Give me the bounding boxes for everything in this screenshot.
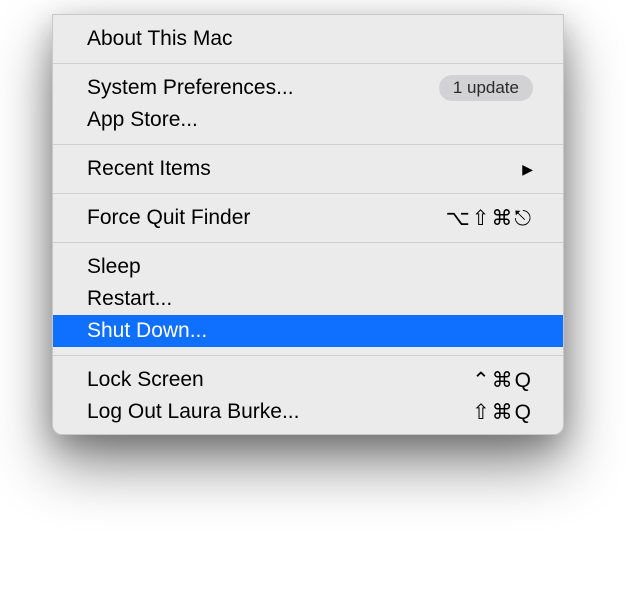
menu-separator [53,242,563,243]
menu-item-label: Shut Down... [87,319,207,343]
menu-item-force-quit[interactable]: Force Quit Finder ⌥⇧⌘⎋ [53,202,563,234]
menu-item-label: System Preferences... [87,76,294,100]
menu-item-label: Log Out Laura Burke... [87,400,299,424]
menu-separator [53,63,563,64]
menu-item-log-out[interactable]: Log Out Laura Burke... ⇧⌘Q [53,396,563,428]
keyboard-shortcut: ⇧⌘Q [472,400,533,425]
menu-item-app-store[interactable]: App Store... [53,104,563,136]
menu-item-restart[interactable]: Restart... [53,283,563,315]
menu-item-label: Restart... [87,287,172,311]
apple-menu: About This Mac System Preferences... 1 u… [52,14,564,435]
menu-item-recent-items[interactable]: Recent Items ▶ [53,153,563,185]
menu-item-lock-screen[interactable]: Lock Screen ⌃⌘Q [53,364,563,396]
submenu-arrow-icon: ▶ [522,161,533,178]
menu-separator [53,355,563,356]
menu-separator [53,193,563,194]
menu-item-about[interactable]: About This Mac [53,23,563,55]
menu-item-label: Force Quit Finder [87,206,250,230]
menu-item-label: Sleep [87,255,141,279]
menu-item-system-preferences[interactable]: System Preferences... 1 update [53,72,563,104]
update-badge: 1 update [439,75,533,101]
menu-item-label: App Store... [87,108,198,132]
menu-item-label: Lock Screen [87,368,204,392]
keyboard-shortcut: ⌃⌘Q [472,368,533,393]
keyboard-shortcut: ⌥⇧⌘⎋ [446,206,533,231]
menu-item-label: About This Mac [87,27,233,51]
menu-separator [53,144,563,145]
menu-item-shut-down[interactable]: Shut Down... [53,315,563,347]
menu-item-sleep[interactable]: Sleep [53,251,563,283]
menu-item-label: Recent Items [87,157,211,181]
